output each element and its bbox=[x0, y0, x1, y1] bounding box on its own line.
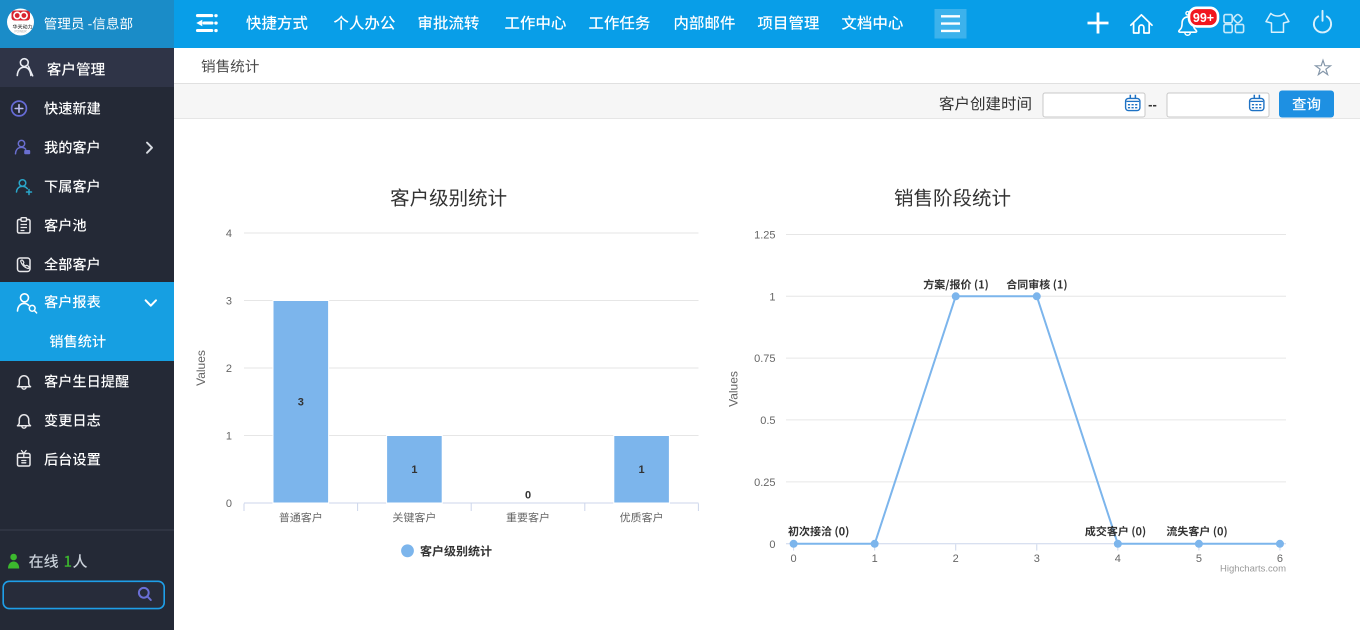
svg-text:1: 1 bbox=[639, 464, 645, 476]
svg-text:1: 1 bbox=[226, 431, 232, 443]
svg-text:0: 0 bbox=[226, 498, 232, 510]
svg-text:4: 4 bbox=[226, 228, 232, 240]
svg-text:99+: 99+ bbox=[1193, 11, 1214, 25]
svg-text:5: 5 bbox=[1196, 553, 1202, 565]
svg-text:3: 3 bbox=[226, 296, 232, 308]
svg-text:0.25: 0.25 bbox=[754, 477, 775, 489]
svg-text:--: -- bbox=[1148, 97, 1157, 112]
svg-text:0.75: 0.75 bbox=[754, 353, 775, 365]
svg-text:1.25: 1.25 bbox=[754, 230, 775, 242]
svg-text:Highcharts.com: Highcharts.com bbox=[1220, 564, 1286, 575]
svg-text:1: 1 bbox=[872, 553, 878, 565]
svg-text:0.5: 0.5 bbox=[760, 415, 775, 427]
svg-text:POWER: POWER bbox=[14, 30, 27, 34]
svg-text:1: 1 bbox=[769, 291, 775, 303]
svg-text:1: 1 bbox=[411, 464, 417, 476]
svg-text:3: 3 bbox=[1034, 553, 1040, 565]
svg-text:Values: Values bbox=[194, 350, 208, 386]
svg-text:4: 4 bbox=[1115, 553, 1121, 565]
svg-text:3: 3 bbox=[298, 397, 304, 409]
svg-text:0: 0 bbox=[791, 553, 797, 565]
svg-text:2: 2 bbox=[953, 553, 959, 565]
svg-text:0: 0 bbox=[525, 490, 531, 502]
svg-text:2: 2 bbox=[226, 363, 232, 375]
svg-text:0: 0 bbox=[769, 539, 775, 551]
svg-text:Values: Values bbox=[727, 371, 741, 407]
